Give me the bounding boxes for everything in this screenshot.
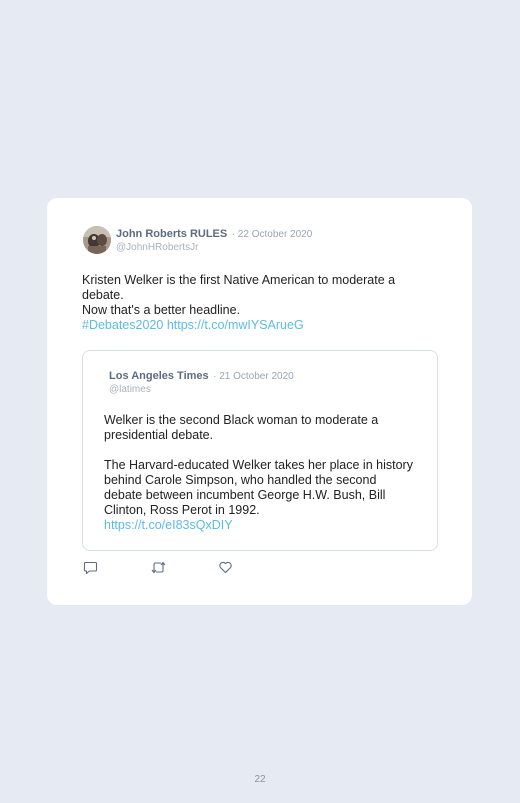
quoted-tweet-header: Los Angeles Times · 21 October 2020 @lat… bbox=[109, 368, 294, 396]
author-handle[interactable]: @JohnHRobertsJr bbox=[116, 241, 312, 254]
tweet-text: Kristen Welker is the first Native Ameri… bbox=[82, 273, 432, 333]
quoted-tweet[interactable]: Los Angeles Times · 21 October 2020 @lat… bbox=[82, 350, 438, 551]
quoted-tweet-date[interactable]: · 21 October 2020 bbox=[213, 371, 294, 382]
tweet-date[interactable]: · 22 October 2020 bbox=[232, 229, 313, 240]
tweet-card: John Roberts RULES · 22 October 2020 @Jo… bbox=[47, 198, 472, 605]
quoted-author-name[interactable]: Los Angeles Times bbox=[109, 370, 209, 382]
avatar[interactable] bbox=[83, 226, 111, 254]
quoted-tweet-text: Welker is the second Black woman to mode… bbox=[104, 413, 414, 533]
heart-icon[interactable] bbox=[218, 560, 234, 576]
retweet-icon[interactable] bbox=[150, 560, 166, 576]
page: { "tweet": { "author_name": "John Robert… bbox=[0, 0, 520, 803]
quoted-paragraph: The Harvard-educated Welker takes her pl… bbox=[104, 458, 414, 533]
tweet-header: John Roberts RULES · 22 October 2020 @Jo… bbox=[116, 226, 312, 254]
comment-icon[interactable] bbox=[83, 560, 99, 576]
hashtag-link[interactable]: #Debates2020 bbox=[82, 318, 163, 332]
quoted-paragraph-text: The Harvard-educated Welker takes her pl… bbox=[104, 458, 413, 517]
quoted-paragraph: Welker is the second Black woman to mode… bbox=[104, 413, 379, 442]
tweet-text-line: Kristen Welker is the first Native Ameri… bbox=[82, 273, 396, 302]
quoted-tweet-link[interactable]: https://t.co/eI83sQxDIY bbox=[104, 518, 414, 533]
author-name[interactable]: John Roberts RULES bbox=[116, 228, 227, 240]
quoted-author-handle[interactable]: @latimes bbox=[109, 383, 294, 396]
tweet-link[interactable]: https://t.co/mwIYSArueG bbox=[167, 318, 304, 332]
page-number: 22 bbox=[254, 774, 266, 785]
tweet-text-line: Now that's a better headline. bbox=[82, 303, 241, 317]
